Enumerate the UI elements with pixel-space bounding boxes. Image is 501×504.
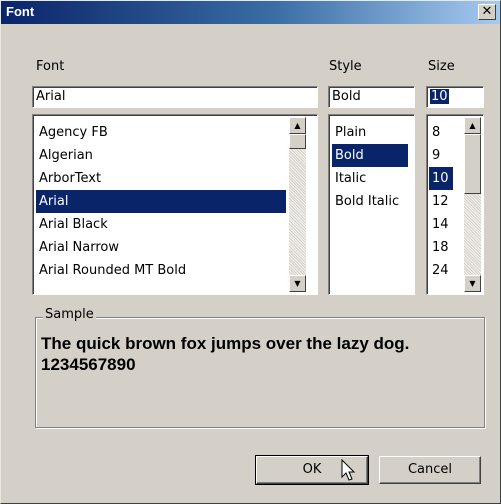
close-button[interactable]: ✕ (478, 4, 496, 20)
scroll-down-button[interactable]: ▼ (464, 275, 481, 292)
size-list-item[interactable]: 24 (429, 259, 455, 282)
size-list-item[interactable]: 12 (429, 190, 455, 213)
scroll-down-icon: ▼ (469, 279, 476, 288)
scroll-down-button[interactable]: ▼ (289, 275, 306, 292)
sample-legend: Sample (43, 307, 96, 322)
font-list-item[interactable]: Arial Black (36, 213, 286, 236)
mouse-pointer-icon (341, 459, 356, 481)
scroll-up-icon: ▲ (469, 121, 476, 130)
scroll-up-button[interactable]: ▲ (289, 117, 306, 134)
close-icon: ✕ (481, 4, 493, 19)
font-name-field[interactable]: Arial (32, 86, 318, 108)
size-list-scrollbar[interactable]: ▲ ▼ (464, 117, 481, 292)
size-value: 10 (430, 89, 449, 104)
size-list-item[interactable]: 9 (429, 144, 455, 167)
font-list-item[interactable]: ArborText (36, 167, 286, 190)
scroll-down-icon: ▼ (294, 279, 301, 288)
font-list-item[interactable]: Arial Narrow (36, 236, 286, 259)
size-list-item[interactable]: 14 (429, 213, 455, 236)
font-list-item[interactable]: Algerian (36, 144, 286, 167)
cancel-button[interactable]: Cancel (379, 456, 481, 484)
style-value: Bold (332, 89, 361, 104)
size-list-item[interactable]: 8 (429, 121, 455, 144)
scroll-up-icon: ▲ (294, 121, 301, 130)
style-list-item[interactable]: Italic (332, 167, 410, 190)
style-list-item[interactable]: Plain (332, 121, 410, 144)
font-list-item-selected[interactable]: Arial (36, 190, 286, 213)
sample-line-1: The quick brown fox jumps over the lazy … (41, 334, 410, 353)
style-list-item[interactable]: Bold Italic (332, 190, 410, 213)
font-list-item[interactable]: Agency FB (36, 121, 286, 144)
font-list[interactable]: Agency FB Algerian ArborText Arial Arial… (32, 114, 318, 295)
window-title: Font (6, 4, 35, 19)
scroll-thumb[interactable] (464, 134, 481, 194)
scroll-up-button[interactable]: ▲ (464, 117, 481, 134)
font-label: Font (36, 59, 65, 74)
style-label: Style (329, 59, 362, 74)
title-bar[interactable]: Font ✕ (1, 1, 500, 24)
size-list[interactable]: 8 9 10 12 14 18 24 ▲ ▼ (426, 114, 484, 295)
size-label: Size (428, 59, 455, 74)
size-list-item-selected[interactable]: 10 (429, 167, 453, 190)
font-list-scrollbar[interactable]: ▲ ▼ (289, 117, 306, 292)
sample-line-2: 1234567890 (41, 355, 136, 374)
style-list-item-selected[interactable]: Bold (332, 144, 408, 167)
size-field[interactable]: 10 (426, 86, 484, 108)
sample-preview: The quick brown fox jumps over the lazy … (41, 333, 481, 375)
style-list[interactable]: Plain Bold Italic Bold Italic (328, 114, 415, 295)
scroll-thumb[interactable] (289, 134, 306, 149)
font-list-item[interactable]: Arial Rounded MT Bold (36, 259, 286, 282)
size-list-item[interactable]: 18 (429, 236, 455, 259)
font-name-value: Arial (36, 89, 66, 104)
font-dialog: Font ✕ Font Style Size Arial Bold 10 Age… (0, 0, 501, 504)
style-field[interactable]: Bold (328, 86, 415, 108)
